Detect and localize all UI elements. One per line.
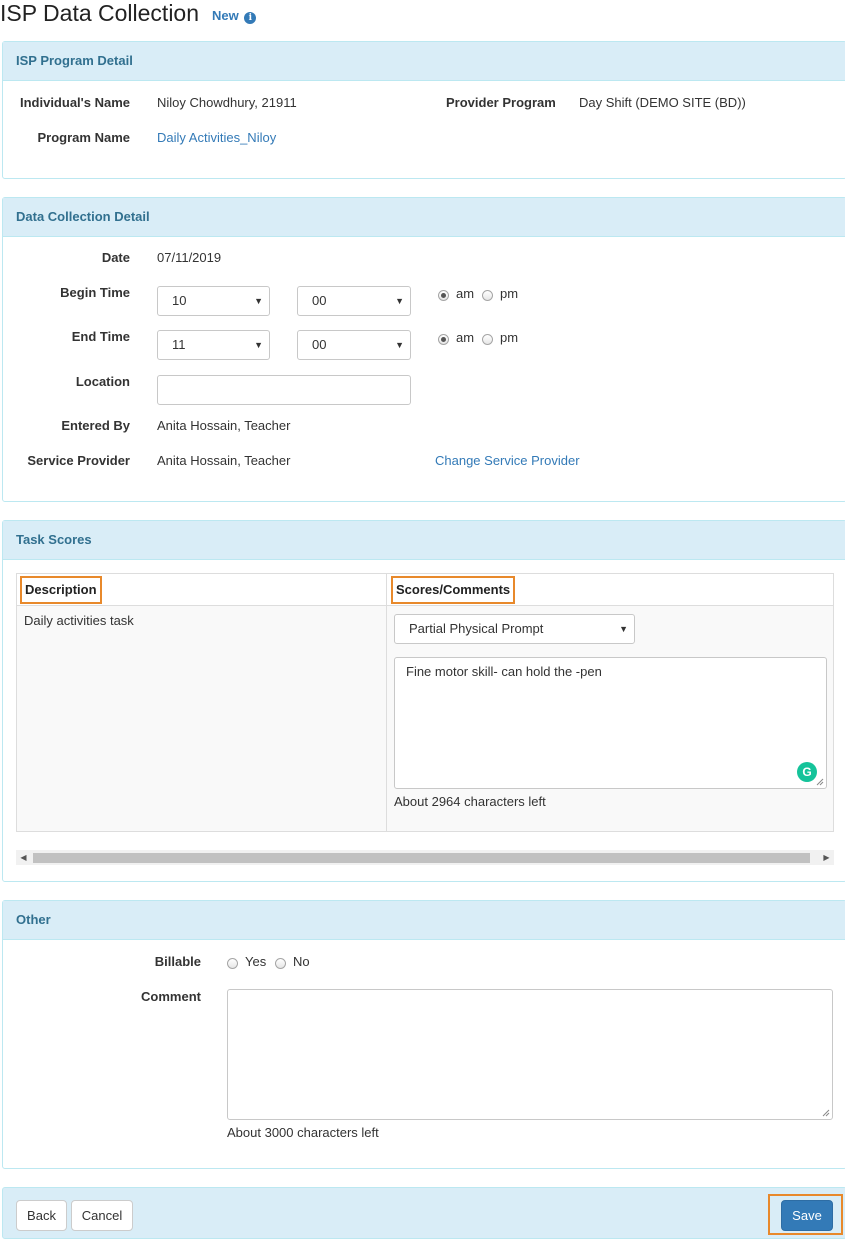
caret-down-icon: ▼: [254, 296, 263, 306]
table-row-scores-cell: Partial Physical Prompt ▼ Fine motor ski…: [386, 606, 833, 831]
panel-heading-program-detail: ISP Program Detail: [3, 42, 845, 81]
table-row: Daily activities task: [17, 606, 386, 831]
provider-program-value: Day Shift (DEMO SITE (BD)): [579, 95, 746, 110]
cancel-button[interactable]: Cancel: [71, 1200, 133, 1231]
score-select-value: Partial Physical Prompt: [409, 621, 544, 636]
column-header-description: Description: [20, 576, 102, 604]
begin-pm-radio[interactable]: [482, 290, 493, 301]
individual-name-value: Niloy Chowdhury, 21911: [157, 95, 297, 110]
begin-minute-select[interactable]: 00 ▼: [297, 286, 411, 316]
panel-heading-data-collection: Data Collection Detail: [3, 198, 845, 237]
resize-handle-icon[interactable]: [822, 1109, 830, 1117]
end-minute-select[interactable]: 00 ▼: [297, 330, 411, 360]
program-detail-panel: ISP Program Detail Individual's Name Nil…: [2, 41, 845, 179]
billable-label: Billable: [154, 954, 201, 969]
back-button[interactable]: Back: [16, 1200, 67, 1231]
end-hour-value: 11: [172, 337, 186, 352]
begin-pm-label: pm: [500, 286, 519, 301]
status-text: New: [212, 8, 239, 23]
other-panel: Other Billable Yes No Comment About 3000…: [2, 900, 845, 1169]
caret-down-icon: ▼: [254, 340, 263, 350]
column-header-scores-comments: Scores/Comments: [391, 576, 516, 604]
scroll-right-icon[interactable]: ▶: [819, 850, 834, 865]
billable-yes-radio[interactable]: [227, 958, 238, 969]
location-input[interactable]: [157, 375, 411, 405]
begin-time-label: Begin Time: [60, 285, 130, 300]
scroll-left-icon[interactable]: ◀: [16, 850, 31, 865]
panel-heading-task-scores: Task Scores: [3, 521, 845, 560]
info-icon[interactable]: i: [244, 12, 257, 24]
end-hour-select[interactable]: 11 ▼: [157, 330, 270, 360]
score-comment-textarea[interactable]: Fine motor skill- can hold the -pen G: [394, 657, 827, 789]
comment-label: Comment: [141, 989, 201, 1004]
billable-no-radio[interactable]: [275, 958, 286, 969]
begin-hour-select[interactable]: 10 ▼: [157, 286, 270, 316]
table-header-scores: Scores/Comments: [386, 574, 833, 606]
panel-heading-other: Other: [3, 901, 845, 940]
page-title: ISP Data Collection: [0, 0, 200, 26]
task-scores-table: Description Scores/Comments Daily activi…: [16, 573, 834, 832]
task-scores-panel: Task Scores Description Scores/Comments …: [2, 520, 845, 882]
program-name-label: Program Name: [37, 130, 130, 145]
task-description: Daily activities task: [24, 613, 134, 628]
change-service-provider-link[interactable]: Change Service Provider: [435, 453, 580, 468]
entered-by-label: Entered By: [61, 418, 130, 433]
program-name-link[interactable]: Daily Activities_Niloy: [157, 130, 276, 145]
begin-hour-value: 10: [172, 293, 187, 308]
billable-yes-label: Yes: [245, 954, 267, 969]
date-value: 07/11/2019: [157, 250, 222, 265]
individual-name-label: Individual's Name: [19, 95, 130, 110]
status-label: New i: [212, 8, 257, 24]
score-chars-left: About 2964 characters left: [394, 794, 546, 809]
resize-handle-icon[interactable]: [816, 778, 824, 786]
begin-minute-value: 00: [312, 293, 327, 308]
end-time-label: End Time: [71, 329, 130, 344]
end-minute-value: 00: [312, 337, 327, 352]
location-label: Location: [75, 374, 130, 389]
end-pm-radio[interactable]: [482, 334, 493, 345]
begin-am-radio[interactable]: [438, 290, 449, 301]
score-select[interactable]: Partial Physical Prompt ▼: [394, 614, 635, 644]
score-comment-text: Fine motor skill- can hold the -pen: [406, 664, 602, 679]
caret-down-icon: ▼: [619, 624, 628, 634]
table-header-description: Description: [17, 574, 386, 606]
scrollbar-thumb[interactable]: [33, 853, 810, 863]
comment-chars-left: About 3000 characters left: [227, 1125, 379, 1140]
end-pm-label: pm: [500, 330, 519, 345]
date-label: Date: [101, 250, 130, 265]
grammarly-icon[interactable]: G: [797, 762, 817, 782]
billable-no-label: No: [293, 954, 310, 969]
end-am-label: am: [456, 330, 475, 345]
service-provider-label: Service Provider: [27, 453, 130, 468]
service-provider-value: Anita Hossain, Teacher: [157, 453, 291, 468]
caret-down-icon: ▼: [395, 340, 404, 350]
begin-am-label: am: [456, 286, 475, 301]
entered-by-value: Anita Hossain, Teacher: [157, 418, 291, 433]
provider-program-label: Provider Program: [446, 95, 556, 110]
comment-textarea[interactable]: [227, 989, 833, 1120]
data-collection-panel: Data Collection Detail Date 07/11/2019 B…: [2, 197, 845, 502]
caret-down-icon: ▼: [395, 296, 404, 306]
horizontal-scrollbar[interactable]: ◀ ▶: [16, 850, 834, 865]
end-am-radio[interactable]: [438, 334, 449, 345]
save-button[interactable]: Save: [781, 1200, 833, 1231]
